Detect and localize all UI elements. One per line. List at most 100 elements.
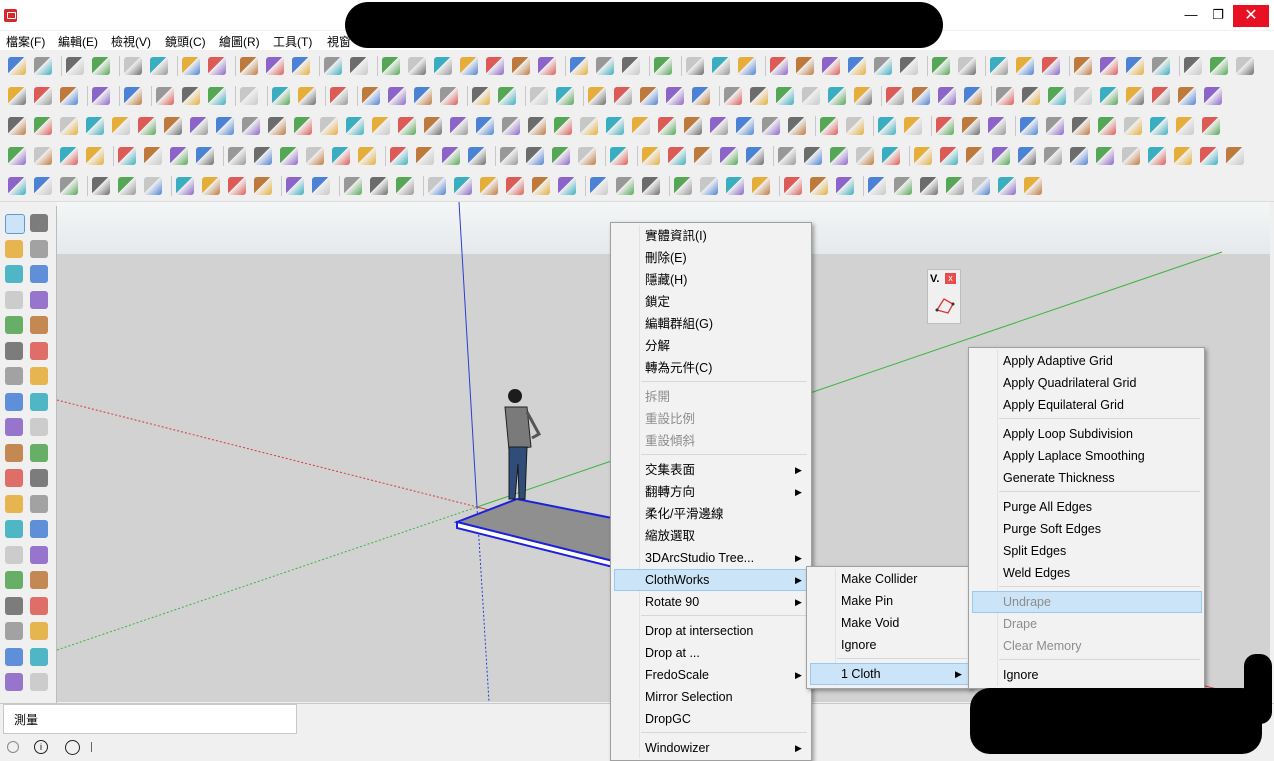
toolbar-tool-icon[interactable] — [1148, 147, 1166, 165]
toolbar-tool-icon[interactable] — [610, 147, 628, 165]
toolbar-tool-icon[interactable] — [8, 117, 26, 135]
toolbar-tool-icon[interactable] — [500, 147, 518, 165]
toolbar-tool-icon[interactable] — [60, 117, 78, 135]
toolbar-tool-icon[interactable] — [802, 87, 820, 105]
palette-tool-icon[interactable] — [30, 265, 48, 283]
toolbar-tool-icon[interactable] — [280, 147, 298, 165]
toolbar-tool-icon[interactable] — [424, 117, 442, 135]
toolbar-tool-icon[interactable] — [34, 147, 52, 165]
toolbar-tool-icon[interactable] — [710, 117, 728, 135]
user-account-icon[interactable] — [65, 740, 80, 755]
toolbar-tool-icon[interactable] — [454, 177, 472, 195]
toolbar-tool-icon[interactable] — [294, 117, 312, 135]
toolbar-tool-icon[interactable] — [1048, 87, 1066, 105]
toolbar-tool-icon[interactable] — [668, 147, 686, 165]
context-menu-item-5[interactable]: 編輯群組(G) — [611, 313, 811, 335]
toolbar-tool-icon[interactable] — [34, 177, 52, 195]
palette-tool-icon[interactable] — [30, 214, 48, 232]
toolbar-tool-icon[interactable] — [736, 117, 754, 135]
toolbar-tool-icon[interactable] — [962, 117, 980, 135]
toolbar-tool-icon[interactable] — [658, 117, 676, 135]
toolbar-tool-icon[interactable] — [886, 87, 904, 105]
toolbar-tool-icon[interactable] — [588, 87, 606, 105]
toolbar-tool-icon[interactable] — [878, 117, 896, 135]
toolbar-tool-icon[interactable] — [450, 117, 468, 135]
toolbar-tool-icon[interactable] — [254, 177, 272, 195]
toolbar-tool-icon[interactable] — [972, 177, 990, 195]
toolbar-tool-icon[interactable] — [556, 87, 574, 105]
toolbar-tool-icon[interactable] — [606, 117, 624, 135]
cloth-menu-item-4[interactable]: Apply Loop Subdivision — [969, 423, 1204, 445]
clothworks-menu-item-4[interactable]: Ignore — [807, 634, 971, 656]
context-menu-item-15[interactable]: 3DArcStudio Tree... ▶ — [611, 547, 811, 569]
cloth-menu-item-8[interactable]: Purge Soft Edges — [969, 518, 1204, 540]
sketchup-app-icon[interactable] — [4, 9, 17, 22]
toolbar-tool-icon[interactable] — [788, 117, 806, 135]
cloth-menu-item-5[interactable]: Apply Laplace Smoothing — [969, 445, 1204, 467]
toolbar-tool-icon[interactable] — [616, 177, 634, 195]
palette-tool-icon[interactable] — [30, 545, 48, 564]
toolbar-tool-icon[interactable] — [828, 87, 846, 105]
toolbar-tool-icon[interactable] — [118, 177, 136, 195]
palette-tool-icon[interactable] — [5, 341, 23, 360]
toolbar-tool-icon[interactable] — [1152, 57, 1170, 75]
toolbar-tool-icon[interactable] — [472, 87, 490, 105]
toolbar-tool-icon[interactable] — [408, 57, 426, 75]
context-menu-item-4[interactable]: 鎖定 — [611, 291, 811, 313]
toolbar-tool-icon[interactable] — [846, 117, 864, 135]
toolbar-tool-icon[interactable] — [830, 147, 848, 165]
toolbar-tool-icon[interactable] — [66, 57, 84, 75]
toolbar-tool-icon[interactable] — [778, 147, 796, 165]
toolbar-tool-icon[interactable] — [512, 57, 530, 75]
toolbar-tool-icon[interactable] — [344, 177, 362, 195]
toolbar-tool-icon[interactable] — [1200, 147, 1218, 165]
toolbar-tool-icon[interactable] — [532, 177, 550, 195]
palette-tool-icon[interactable] — [5, 316, 23, 334]
toolbar-tool-icon[interactable] — [390, 147, 408, 165]
toolbar-tool-icon[interactable] — [346, 117, 364, 135]
toolbar-tool-icon[interactable] — [272, 87, 290, 105]
toolbar-tool-icon[interactable] — [428, 177, 446, 195]
toolbar-tool-icon[interactable] — [306, 147, 324, 165]
toolbar-tool-icon[interactable] — [242, 117, 260, 135]
toolbar-tool-icon[interactable] — [684, 117, 702, 135]
palette-tool-icon[interactable] — [5, 571, 23, 589]
toolbar-tool-icon[interactable] — [1100, 87, 1118, 105]
palette-tool-icon[interactable] — [30, 392, 48, 411]
toolbar-tool-icon[interactable] — [502, 117, 520, 135]
toolbar-tool-icon[interactable] — [776, 87, 794, 105]
context-menu-item-14[interactable]: 縮放選取 — [611, 525, 811, 547]
toolbar-tool-icon[interactable] — [1204, 87, 1222, 105]
toolbar-tool-icon[interactable] — [1178, 87, 1196, 105]
context-menu-item-21[interactable]: Mirror Selection — [611, 686, 811, 708]
toolbar-tool-icon[interactable] — [92, 87, 110, 105]
toolbar-tool-icon[interactable] — [320, 117, 338, 135]
measurements-box[interactable]: 測量 — [3, 704, 297, 734]
palette-tool-icon[interactable] — [5, 622, 23, 640]
toolbar-tool-icon[interactable] — [190, 117, 208, 135]
toolbar-tool-icon[interactable] — [480, 177, 498, 195]
toolbar-tool-icon[interactable] — [460, 57, 478, 75]
toolbar-tool-icon[interactable] — [440, 87, 458, 105]
toolbar-tool-icon[interactable] — [312, 177, 330, 195]
cloth-menu-item-2[interactable]: Apply Quadrilateral Grid — [969, 372, 1204, 394]
palette-tool-icon[interactable] — [30, 494, 48, 513]
toolbar-tool-icon[interactable] — [86, 117, 104, 135]
toolbar-tool-icon[interactable] — [590, 177, 608, 195]
toolbar-tool-icon[interactable] — [936, 117, 954, 135]
toolbar-tool-icon[interactable] — [900, 57, 918, 75]
toolbar-tool-icon[interactable] — [726, 177, 744, 195]
toolbar-tool-icon[interactable] — [640, 87, 658, 105]
toolbar-tool-icon[interactable] — [570, 57, 588, 75]
toolbar-tool-icon[interactable] — [434, 57, 452, 75]
toolbar-tool-icon[interactable] — [1018, 147, 1036, 165]
credits-icon[interactable]: i — [34, 740, 48, 754]
toolbar-tool-icon[interactable] — [332, 147, 350, 165]
toolbar-tool-icon[interactable] — [820, 117, 838, 135]
context-menu-item-3[interactable]: 隱藏(H) — [611, 269, 811, 291]
toolbar-tool-icon[interactable] — [958, 57, 976, 75]
toolbar-tool-icon[interactable] — [538, 57, 556, 75]
toolbar-tool-icon[interactable] — [528, 117, 546, 135]
toolbar-tool-icon[interactable] — [506, 177, 524, 195]
toolbar-tool-icon[interactable] — [848, 57, 866, 75]
